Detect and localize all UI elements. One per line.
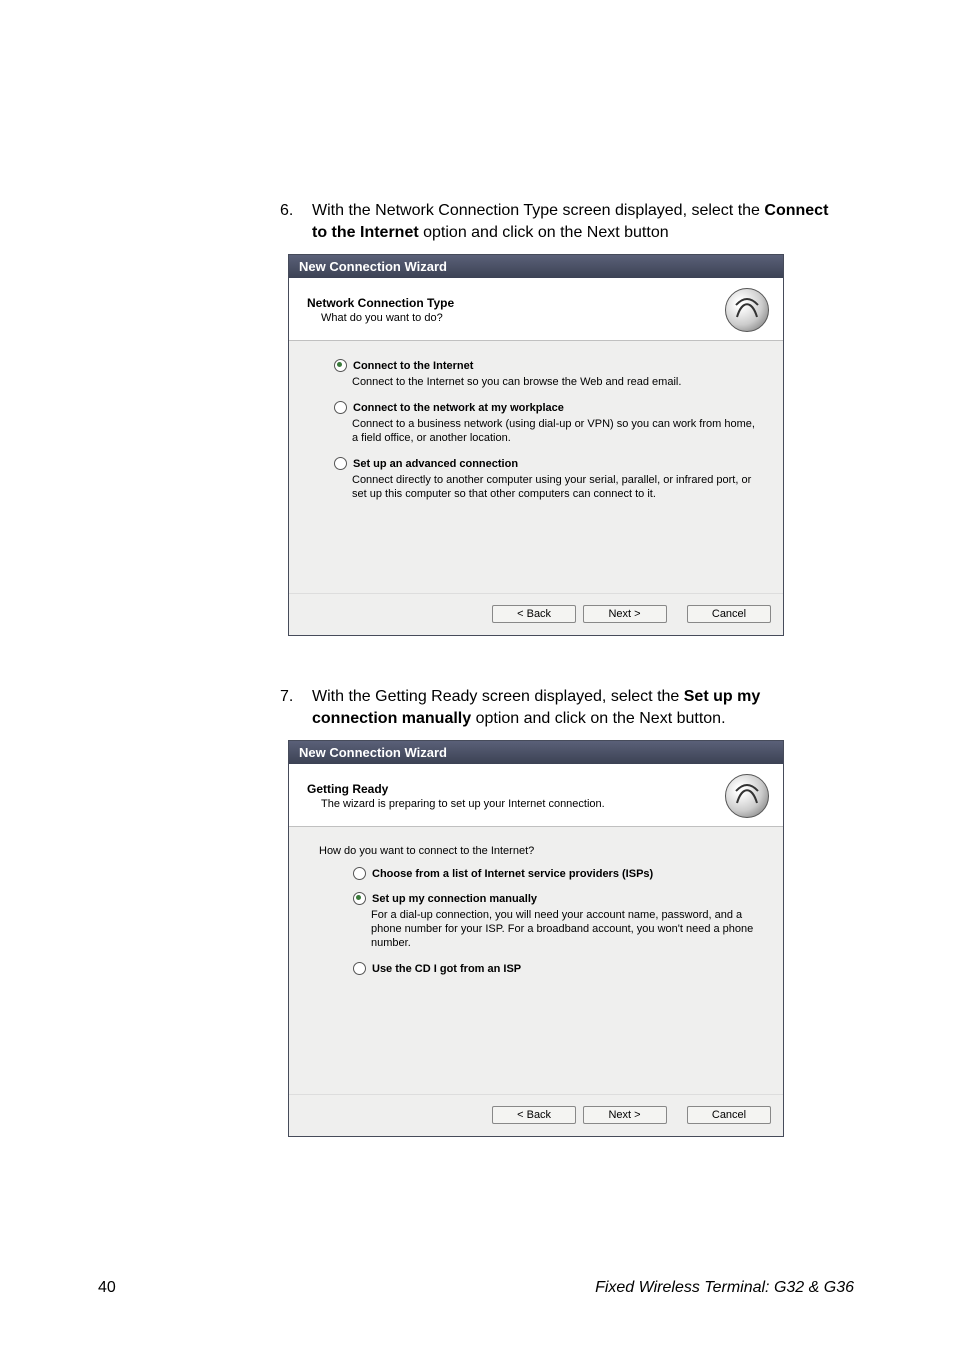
radio-icon[interactable] [334, 457, 347, 470]
wizard-icon [725, 774, 769, 818]
wizard-network-connection-type: New Connection Wizard Network Connection… [288, 254, 784, 636]
wizard-getting-ready: New Connection Wizard Getting Ready The … [288, 740, 784, 1137]
step7-text-a: With the Getting Ready screen displayed,… [312, 688, 684, 705]
option-label: Set up my connection manually [372, 893, 537, 905]
step-7: 7. With the Getting Ready screen display… [280, 686, 830, 1137]
wizard-body: How do you want to connect to the Intern… [289, 827, 783, 1094]
option-use-isp-cd[interactable]: Use the CD I got from an ISP [353, 962, 755, 975]
step-text: With the Getting Ready screen displayed,… [312, 686, 830, 730]
step7-text-c: option and click on the Next button. [471, 710, 725, 727]
step6-text-c: option and click on the Next button [419, 224, 669, 241]
option-connect-workplace[interactable]: Connect to the network at my workplace C… [334, 401, 755, 445]
wizard-header-title: Network Connection Type [307, 296, 725, 310]
wizard-header-subtitle: The wizard is preparing to set up your I… [321, 798, 725, 810]
option-label: Connect to the Internet [353, 360, 473, 372]
option-desc: Connect to a business network (using dia… [352, 417, 755, 445]
step-6: 6. With the Network Connection Type scre… [280, 200, 830, 636]
option-desc: Connect directly to another computer usi… [352, 473, 755, 501]
option-label: Set up an advanced connection [353, 458, 518, 470]
option-label: Connect to the network at my workplace [353, 402, 564, 414]
step-text: With the Network Connection Type screen … [312, 200, 830, 244]
page-footer: 40 Fixed Wireless Terminal: G32 & G36 [98, 1279, 854, 1297]
next-button[interactable]: Next > [583, 1106, 667, 1124]
wizard-titlebar: New Connection Wizard [289, 741, 783, 764]
option-choose-isp-list[interactable]: Choose from a list of Internet service p… [353, 867, 755, 880]
back-button[interactable]: < Back [492, 605, 576, 623]
option-desc: Connect to the Internet so you can brows… [352, 375, 755, 389]
footer-title: Fixed Wireless Terminal: G32 & G36 [595, 1279, 854, 1297]
back-button[interactable]: < Back [492, 1106, 576, 1124]
wizard-footer: < Back Next > Cancel [289, 593, 783, 635]
step-number: 6. [280, 200, 312, 244]
wizard-body: Connect to the Internet Connect to the I… [289, 341, 783, 593]
radio-icon[interactable] [334, 359, 347, 372]
cancel-button[interactable]: Cancel [687, 605, 771, 623]
option-label: Use the CD I got from an ISP [372, 963, 521, 975]
cancel-button[interactable]: Cancel [687, 1106, 771, 1124]
page-number: 40 [98, 1279, 116, 1297]
option-advanced-connection[interactable]: Set up an advanced connection Connect di… [334, 457, 755, 501]
wizard-question: How do you want to connect to the Intern… [319, 845, 755, 857]
step-number: 7. [280, 686, 312, 730]
wizard-header-title: Getting Ready [307, 782, 725, 796]
wizard-footer: < Back Next > Cancel [289, 1094, 783, 1136]
radio-icon[interactable] [353, 892, 366, 905]
option-label: Choose from a list of Internet service p… [372, 868, 653, 880]
wizard-titlebar: New Connection Wizard [289, 255, 783, 278]
radio-icon[interactable] [353, 962, 366, 975]
wizard-icon [725, 288, 769, 332]
next-button[interactable]: Next > [583, 605, 667, 623]
wizard-header: Network Connection Type What do you want… [289, 278, 783, 341]
option-desc: For a dial-up connection, you will need … [371, 908, 755, 950]
step6-text-a: With the Network Connection Type screen … [312, 202, 764, 219]
wizard-header: Getting Ready The wizard is preparing to… [289, 764, 783, 827]
radio-icon[interactable] [353, 867, 366, 880]
wizard-header-subtitle: What do you want to do? [321, 312, 725, 324]
radio-icon[interactable] [334, 401, 347, 414]
option-connect-internet[interactable]: Connect to the Internet Connect to the I… [334, 359, 755, 389]
option-setup-manually[interactable]: Set up my connection manually For a dial… [353, 892, 755, 950]
